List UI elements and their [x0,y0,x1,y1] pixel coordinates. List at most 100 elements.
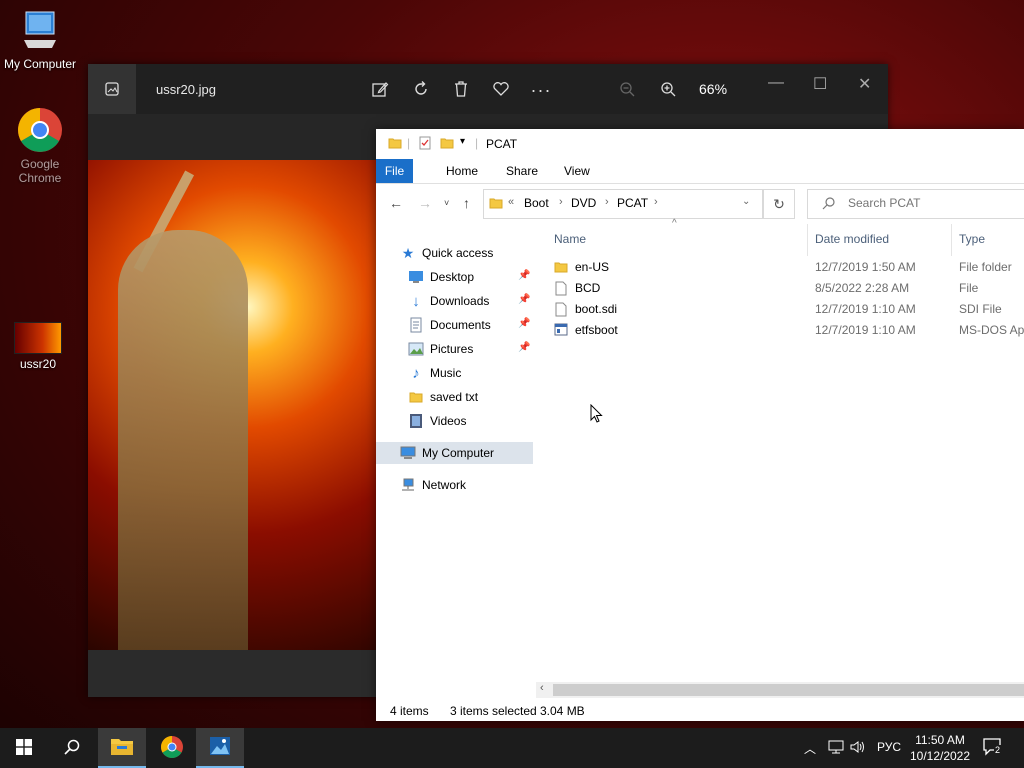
photos-app-icon[interactable] [88,64,136,114]
photo-canvas[interactable] [88,160,378,650]
nav-saved-txt[interactable]: saved txt [408,386,533,408]
download-icon: ↓ [412,292,420,310]
taskbar-file-explorer[interactable] [98,728,146,768]
breadcrumb-boot[interactable]: Boot [524,196,549,210]
nav-label: Network [422,478,467,492]
file-type: File folder [959,260,1012,274]
search-button[interactable] [48,728,96,768]
input-language[interactable]: РУС [877,740,901,754]
minimize-button[interactable]: — [768,74,784,92]
network-tray-icon[interactable] [828,740,844,757]
maximize-button[interactable]: ☐ [813,74,827,94]
more-options-button[interactable]: ··· [529,79,553,101]
start-button[interactable] [0,728,48,768]
arrow-up-icon: ↑ [463,195,470,211]
nav-documents[interactable]: Documents [408,314,533,336]
folder-icon [408,389,424,405]
nav-my-computer[interactable]: My Computer [376,442,533,464]
nav-downloads[interactable]: ↓ Downloads [408,290,533,312]
customize-toolbar-icon[interactable]: ▾ [460,136,465,147]
recent-locations-button[interactable]: ˅ [444,198,449,208]
sort-indicator-icon: ^ [672,218,677,229]
pin-icon: 📌 [518,270,531,281]
desktop-icon-ussr20[interactable]: ussr20 [0,322,78,371]
column-header-name[interactable]: Name [554,232,586,246]
back-button[interactable]: ← [389,195,403,211]
tab-share[interactable]: Share [496,159,548,183]
search-box[interactable] [807,189,1024,219]
zoom-in-button[interactable] [656,79,680,101]
taskbar-photos[interactable] [196,728,244,768]
table-row[interactable]: BCD 8/5/2022 2:28 AM File [536,278,1024,299]
column-separator[interactable] [951,224,952,256]
nav-videos[interactable]: Videos [408,410,533,432]
desktop-icon-label: ussr20 [19,357,57,371]
photos-icon [209,736,231,759]
statue-figure [118,230,248,650]
table-row[interactable]: boot.sdi 12/7/2019 1:10 AM SDI File [536,299,1024,320]
file-list: ^ Name Date modified Type en-US 12/7/201… [536,218,1024,689]
edit-button[interactable] [368,79,392,101]
delete-button[interactable] [449,79,473,101]
maximize-icon: ☐ [813,76,828,93]
address-bar[interactable]: « Boot › DVD › PCAT › ⌄ [483,189,763,219]
clock-date: 10/12/2022 [909,749,971,763]
navigation-pane: ★ Quick access Desktop 📌 ↓ Downloads 📌 D… [376,237,536,697]
column-header-type[interactable]: Type [959,232,985,246]
app-icon [554,323,568,339]
file-name: en-US [575,260,610,274]
desktop-icon-my-computer[interactable]: My Computer [0,10,80,71]
clock[interactable]: 11:50 AM 10/12/2022 [905,732,975,764]
close-button[interactable]: ✕ [858,74,871,94]
breadcrumb-dvd[interactable]: DVD [571,196,596,210]
breadcrumb-pcat[interactable]: PCAT [617,196,648,210]
tab-home[interactable]: Home [436,159,488,183]
minimize-icon: — [768,74,784,91]
windows-logo-icon [16,738,32,758]
computer-icon [400,445,416,461]
new-folder-icon[interactable] [440,136,454,153]
nav-music[interactable]: ♪ Music [408,362,533,384]
nav-label: Music [430,366,462,380]
arrow-left-icon: ← [389,195,403,211]
favorite-button[interactable] [489,79,513,101]
zoom-level[interactable]: 66% [699,81,727,97]
zoom-out-icon [619,81,635,100]
rotate-button[interactable] [409,79,433,101]
tab-file[interactable]: File [376,159,413,183]
clock-time: 11:50 AM [915,733,965,747]
taskbar: ︿ РУС 11:50 AM 10/12/2022 2 [0,728,1024,768]
arrow-right-icon: → [418,195,432,211]
desktop-icon-google-chrome[interactable]: Google Chrome [0,106,80,185]
file-type: SDI File [959,302,1002,316]
notifications-button[interactable]: 2 [983,738,1003,759]
pin-icon: 📌 [518,342,531,353]
up-button[interactable]: ↑ [463,195,470,211]
nav-quick-access[interactable]: ★ Quick access [400,242,533,264]
properties-icon[interactable] [418,136,432,153]
column-separator[interactable] [807,224,808,256]
nav-network[interactable]: Network [400,474,533,496]
file-icon [555,281,567,299]
volume-tray-icon[interactable] [850,740,866,757]
table-row[interactable]: en-US 12/7/2019 1:50 AM File folder [536,257,1024,278]
horizontal-scrollbar[interactable]: ‹ [536,682,1024,698]
address-dropdown-button[interactable]: ⌄ [742,196,750,207]
show-hidden-icons-button[interactable]: ︿ [804,740,816,757]
search-input[interactable] [846,195,1020,211]
nav-pictures[interactable]: Pictures [408,338,533,360]
column-header-date-modified[interactable]: Date modified [815,232,889,246]
table-row[interactable]: etfsboot 12/7/2019 1:10 AM MS-DOS App [536,320,1024,341]
refresh-button[interactable]: ↻ [763,189,795,219]
taskbar-chrome[interactable] [148,728,196,768]
pin-icon: 📌 [518,318,531,329]
scroll-left-icon[interactable]: ‹ [540,682,544,694]
breadcrumb-overflow[interactable]: « [508,196,514,208]
forward-button[interactable]: → [418,195,432,211]
nav-desktop[interactable]: Desktop [408,266,533,288]
tab-view[interactable]: View [554,159,600,183]
scrollbar-thumb[interactable] [553,684,1024,696]
zoom-out-button[interactable] [615,79,639,101]
chrome-icon [16,106,64,154]
edit-icon [371,80,389,101]
